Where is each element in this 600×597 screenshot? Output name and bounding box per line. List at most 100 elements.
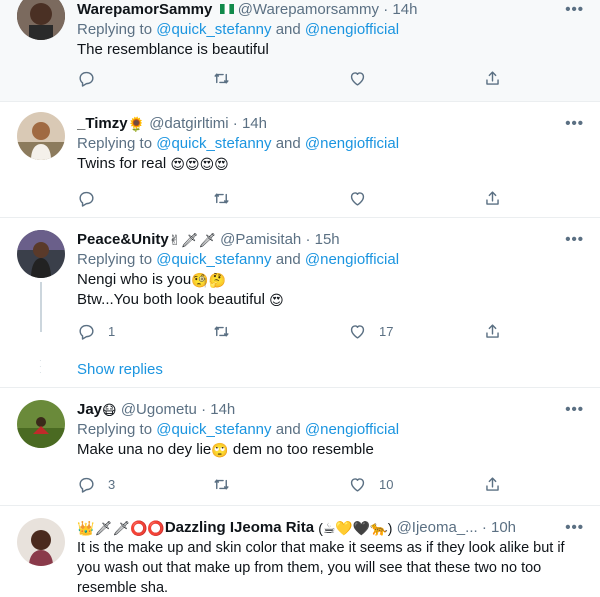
heart-icon [350, 191, 365, 206]
reply-button[interactable] [77, 67, 108, 89]
heart-icon [350, 477, 365, 492]
share-button[interactable] [483, 473, 502, 495]
share-button[interactable] [483, 187, 502, 209]
tweet-header: _Timzy🌻 @datgirltimi · 14h ••• [77, 114, 584, 134]
tweet-text: Nengi who is you🧐🤔 [77, 270, 584, 290]
avatar[interactable] [17, 112, 65, 160]
mention-link[interactable]: @quick_stefanny [156, 135, 271, 152]
timestamp[interactable]: 14h [210, 401, 235, 418]
display-name[interactable]: Jay [77, 401, 102, 418]
avatar-image [17, 400, 65, 448]
timestamp[interactable]: 15h [315, 231, 340, 248]
and-label: and [275, 135, 301, 152]
like-button[interactable]: 10 [348, 473, 393, 495]
username[interactable]: @datgirltimi [149, 115, 228, 132]
tweet-header: Peace&Unity✌🗡🗡 @Pamisitah · 15h ••• [77, 230, 584, 250]
mention-link[interactable]: @quick_stefanny [156, 421, 271, 438]
timestamp[interactable]: 14h [242, 115, 267, 132]
separator: · [232, 115, 238, 132]
username[interactable]: @Ijeoma_... [397, 519, 478, 536]
avatar[interactable] [17, 0, 65, 40]
more-icon[interactable]: ••• [559, 0, 584, 20]
replying-to: Replying to @quick_stefanny and @nengiof… [77, 250, 584, 270]
more-icon[interactable]: ••• [559, 518, 584, 538]
tweet-actions [77, 67, 507, 89]
timestamp[interactable]: 14h [392, 1, 417, 18]
separator: · [201, 401, 207, 418]
tweet-text: Make una no dey lie🙄 dem no too resemble [77, 440, 584, 460]
replying-to: Replying to @quick_stefanny and @nengiof… [77, 420, 584, 440]
mention-link[interactable]: @quick_stefanny [156, 21, 271, 38]
retweet-button[interactable] [212, 187, 243, 209]
mask-emoji: 😷 [102, 402, 117, 418]
replying-to: Replying to @quick_stefanny and @nengiof… [77, 20, 584, 40]
share-icon [486, 70, 499, 85]
tweet-text-line: Btw...You both look beautiful [77, 291, 265, 308]
avatar[interactable] [17, 230, 65, 278]
reply-icon [79, 191, 94, 207]
display-name[interactable]: WarepamorSammy [77, 1, 212, 18]
retweet-button[interactable] [212, 67, 243, 89]
tweet[interactable]: Jay😷 @Ugometu · 14h ••• Replying to @qui… [0, 388, 600, 506]
retweet-button[interactable] [212, 473, 243, 495]
display-name[interactable]: Dazzling IJeoma Rita [165, 519, 314, 536]
tweet-text: Twins for real 😍😍😍😍 [77, 154, 584, 174]
username[interactable]: @Ugometu [121, 401, 197, 418]
separator: · [305, 231, 311, 248]
more-icon[interactable]: ••• [559, 400, 584, 420]
show-replies-link[interactable]: Show replies [77, 361, 163, 378]
tweet-header: 👑🗡🗡⭕⭕Dazzling IJeoma Rita (☕💛🖤🐆) @Ijeoma… [77, 518, 584, 538]
like-button[interactable]: 17 [348, 320, 393, 342]
replying-label: Replying to [77, 135, 153, 152]
tweet-text-line: It is the make up and skin color that ma… [77, 540, 565, 556]
like-count: 17 [379, 323, 394, 339]
mention-link[interactable]: @nengiofficial [305, 251, 399, 268]
reply-button[interactable]: 3 [77, 473, 115, 495]
heart-eyes-emoji: 😍 [269, 292, 284, 308]
more-icon[interactable]: ••• [559, 230, 584, 250]
avatar[interactable] [17, 400, 65, 448]
avatar[interactable] [17, 518, 65, 566]
name-prefix-emojis: 👑🗡🗡⭕⭕ [77, 520, 165, 536]
mention-link[interactable]: @nengiofficial [305, 21, 399, 38]
avatar-image [17, 0, 65, 40]
share-icon [486, 190, 499, 205]
eye-roll-emoji: 🙄 [211, 442, 229, 458]
reply-icon [79, 71, 94, 87]
reply-button[interactable]: 1 [77, 320, 115, 342]
share-button[interactable] [483, 67, 502, 89]
username[interactable]: @Pamisitah [220, 231, 301, 248]
mention-link[interactable]: @nengiofficial [305, 135, 399, 152]
more-icon[interactable]: ••• [559, 114, 584, 134]
display-name[interactable]: _Timzy [77, 115, 128, 132]
display-name[interactable]: Peace&Unity [77, 231, 169, 248]
share-icon [486, 323, 499, 338]
name-suffix-emojis: (☕💛🖤🐆) [318, 520, 393, 536]
like-button[interactable] [348, 187, 379, 209]
mention-link[interactable]: @nengiofficial [305, 421, 399, 438]
tweet-text-body: Make una no dey lie [77, 441, 212, 458]
username[interactable]: @Warepamorsammy [238, 1, 379, 18]
share-button[interactable] [483, 320, 502, 342]
mention-link[interactable]: @quick_stefanny [156, 251, 271, 268]
tweet[interactable]: WarepamorSammy @Warepamorsammy · 14h •••… [0, 0, 600, 102]
avatar-image [17, 230, 65, 278]
like-button[interactable] [348, 67, 379, 89]
tweet[interactable]: Peace&Unity✌🗡🗡 @Pamisitah · 15h ••• Repl… [0, 218, 600, 388]
reply-button[interactable] [77, 187, 108, 209]
timestamp[interactable]: 10h [491, 519, 516, 536]
tweet-header: Jay😷 @Ugometu · 14h ••• [77, 400, 584, 420]
tweet-text: Btw...You both look beautiful 😍 [77, 290, 584, 310]
nigeria-flag-icon [219, 4, 234, 14]
heart-icon [350, 71, 365, 86]
retweet-icon [214, 478, 229, 490]
tweet-text-line: Nengi who is you [77, 271, 192, 288]
and-label: and [275, 21, 301, 38]
like-count: 10 [379, 476, 394, 492]
replying-to: Replying to @quick_stefanny and @nengiof… [77, 134, 584, 154]
retweet-icon [214, 192, 229, 204]
separator: · [383, 1, 389, 18]
retweet-button[interactable] [212, 320, 243, 342]
tweet[interactable]: _Timzy🌻 @datgirltimi · 14h ••• Replying … [0, 102, 600, 218]
tweet[interactable]: 👑🗡🗡⭕⭕Dazzling IJeoma Rita (☕💛🖤🐆) @Ijeoma… [0, 506, 600, 597]
